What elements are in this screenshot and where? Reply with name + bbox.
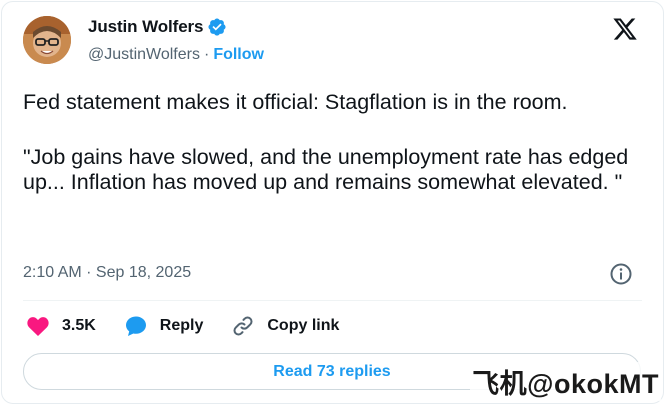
separator-dot: · [203,46,210,63]
tweet-paragraph: Fed statement makes it official: Stagfla… [23,90,568,114]
heart-icon [27,317,49,336]
tweet-paragraph: "Job gains have slowed, and the unemploy… [23,144,635,195]
tweet-text: Fed statement makes it official: Stagfla… [23,90,643,196]
like-count: 3.5K [62,317,96,334]
reply-bubble-icon [125,316,146,336]
author-name[interactable]: Justin Wolfers [88,17,204,37]
reply-button[interactable]: Reply [124,314,204,338]
author-handle-row: @JustinWolfers · Follow [88,46,264,64]
tweet-card: Justin Wolfers @JustinWolfers · Follow F… [1,1,664,404]
avatar[interactable] [23,16,71,64]
reply-label: Reply [159,317,204,334]
copy-link-button[interactable]: Copy link [231,314,339,338]
tweet-timestamp[interactable]: 2:10 AM · Sep 18, 2025 [23,264,191,282]
follow-button[interactable]: Follow [213,46,264,64]
x-logo-icon[interactable] [612,16,638,42]
action-bar: 3.5K Reply Copy link [26,314,367,338]
like-button[interactable]: 3.5K [26,314,96,338]
watermark: 飞机@okokMT [470,362,661,401]
verified-badge-icon [207,17,227,37]
author-name-row: Justin Wolfers [88,17,227,37]
link-icon [233,316,253,336]
copy-link-label: Copy link [267,317,340,334]
author-handle[interactable]: @JustinWolfers [88,46,200,64]
info-icon[interactable] [609,262,633,286]
divider [23,300,642,301]
